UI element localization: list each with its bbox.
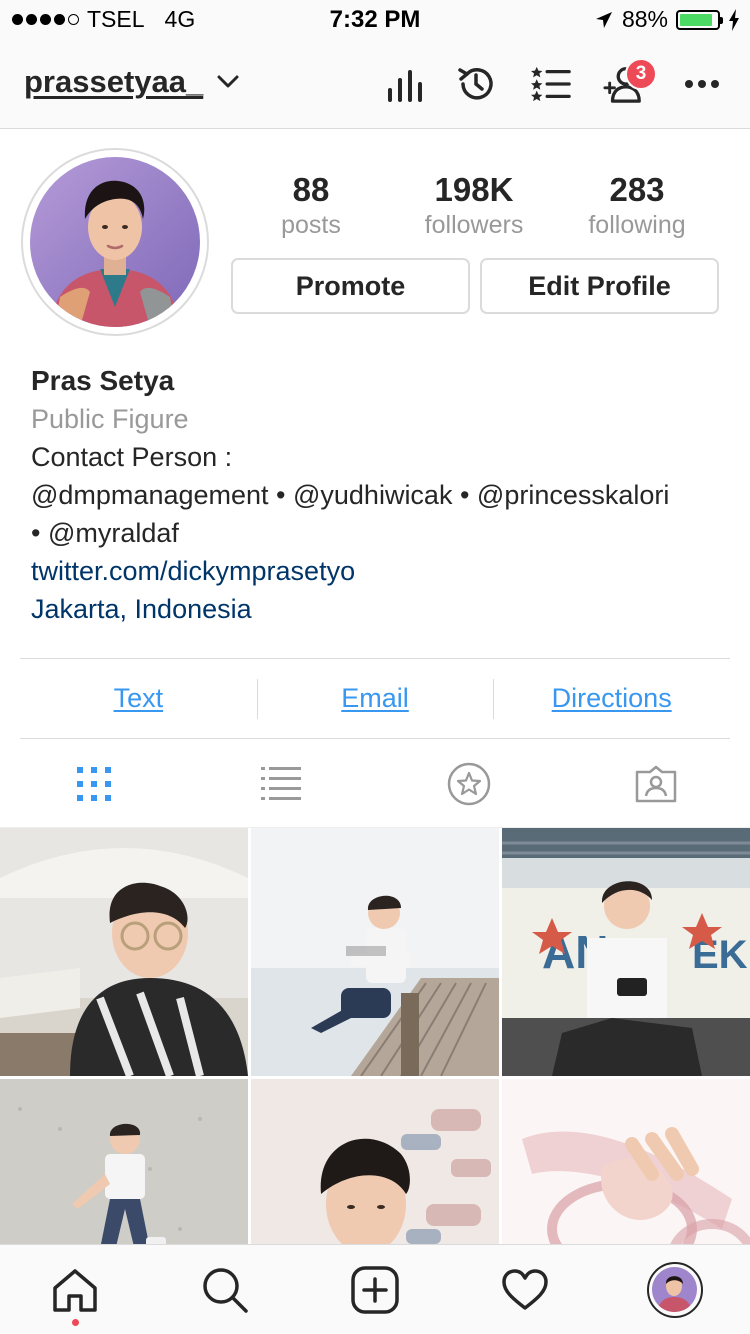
profile-avatar-ring[interactable] [21,148,209,336]
more-icon[interactable] [682,64,722,104]
contact-options-row: Text Email Directions [20,658,730,739]
profile-avatar [30,157,200,327]
account-switcher[interactable]: prassetyaa_ [24,64,239,100]
profile-view-tabs [0,740,750,828]
bio-line-mentions: @dmpmanagement • @yudhiwicak • @princess… [31,480,670,510]
tab-new-post[interactable] [300,1245,450,1334]
tab-tagged[interactable] [563,740,750,827]
add-user-icon[interactable]: 3 [603,58,657,104]
directions-contact-button[interactable]: Directions [493,659,730,738]
profile-tab-avatar [647,1261,703,1318]
edit-profile-button[interactable]: Edit Profile [480,258,719,314]
battery-percent: 88% [621,6,668,32]
posts-label: posts [281,211,341,239]
grid-photo[interactable] [251,828,499,1076]
profile-nav-bar: prassetyaa_ 3 [0,40,750,129]
posts-count: 88 [292,171,330,208]
home-activity-dot [72,1319,79,1326]
bio-location-link[interactable]: Jakarta, Indonesia [31,590,731,628]
search-icon [203,1267,248,1313]
grid-photo[interactable]: AN EK [502,828,750,1076]
tab-grid[interactable] [0,740,188,827]
heart-icon [502,1268,548,1310]
bio-line-contact: Contact Person : [31,442,233,472]
insights-icon[interactable] [385,64,425,104]
tab-activity[interactable] [450,1245,600,1334]
text-contact-button[interactable]: Text [20,659,257,738]
grid-photo[interactable] [0,828,248,1076]
email-contact-button[interactable]: Email [256,659,494,738]
battery-icon [676,9,723,30]
status-bar: TSEL 4G 7:32 PM 88% [0,0,750,40]
home-icon [53,1268,97,1312]
followers-label: followers [424,211,524,239]
tab-home[interactable] [0,1245,150,1334]
saved-star-icon [447,762,490,805]
tab-profile[interactable] [600,1245,750,1334]
tagged-icon [636,765,677,802]
profile-bio: Pras Setya Public Figure Contact Person … [31,362,731,628]
bio-website-link[interactable]: twitter.com/dickymprasetyo [31,552,731,590]
activity-history-icon[interactable] [456,64,496,104]
followers-count: 198K [434,171,514,208]
bio-line-mentions-cont: • @myraldaf [31,518,179,548]
bottom-tab-bar [0,1244,750,1334]
close-friends-list-icon[interactable] [531,64,571,104]
profile-category: Public Figure [31,404,189,434]
posts-stat[interactable]: 88 posts [231,170,391,240]
status-right: 88% [594,6,740,33]
followers-stat[interactable]: 198K followers [394,170,554,240]
following-stat[interactable]: 283 following [557,170,717,240]
profile-name: Pras Setya [31,365,175,396]
following-label: following [588,211,686,239]
tab-list[interactable] [188,740,376,827]
username-title: prassetyaa_ [24,64,204,99]
chevron-down-icon [217,75,239,88]
tab-search[interactable] [150,1245,300,1334]
location-arrow-icon [595,11,612,28]
new-post-icon [351,1265,399,1314]
grid-icon [76,766,111,801]
tab-saved[interactable] [375,740,563,827]
promote-button[interactable]: Promote [231,258,470,314]
list-icon [261,766,302,800]
charging-icon [729,8,739,31]
notification-badge: 3 [625,58,657,90]
following-count: 283 [609,171,665,208]
